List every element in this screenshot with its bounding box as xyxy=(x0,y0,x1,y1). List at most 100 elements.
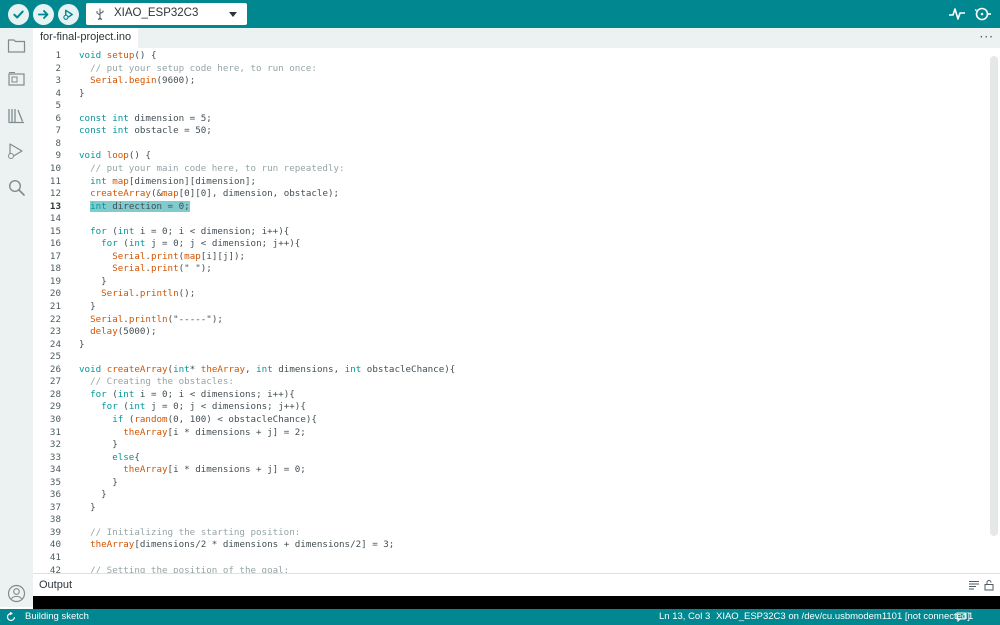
code-text[interactable]: int map[dimension][dimension]; xyxy=(79,176,256,189)
code-line[interactable]: 17 Serial.print(map[i][j]); xyxy=(33,251,988,264)
notification-icon[interactable] xyxy=(956,612,966,622)
code-line[interactable]: 9 void loop() { xyxy=(33,150,988,163)
code-text[interactable]: } xyxy=(79,477,118,490)
board-connection[interactable]: XIAO_ESP32C3 on /dev/cu.usbmodem1101 [no… xyxy=(716,611,970,622)
search-icon[interactable] xyxy=(7,178,26,197)
code-text[interactable]: if (random(0, 100) < obstacleChance){ xyxy=(79,414,317,427)
code-line[interactable]: 38 xyxy=(33,514,988,527)
code-text[interactable]: void loop() { xyxy=(79,150,151,163)
code-line[interactable]: 15 for (int i = 0; i < dimension; i++){ xyxy=(33,226,988,239)
code-line[interactable]: 5 xyxy=(33,100,988,113)
board-selector[interactable]: XIAO_ESP32C3 xyxy=(86,3,247,25)
code-line[interactable]: 34 theArray[i * dimensions + j] = 0; xyxy=(33,464,988,477)
debug-run-icon[interactable] xyxy=(7,142,26,161)
code-line[interactable]: 29 for (int j = 0; j < dimensions; j++){ xyxy=(33,401,988,414)
code-line[interactable]: 8 xyxy=(33,138,988,151)
code-line[interactable]: 24} xyxy=(33,339,988,352)
code-text[interactable]: } xyxy=(79,276,107,289)
serial-monitor-icon[interactable] xyxy=(974,5,992,23)
code-line[interactable]: 27 // Creating the obstacles: xyxy=(33,376,988,389)
code-line[interactable]: 33 else{ xyxy=(33,452,988,465)
code-line[interactable]: 18 Serial.print(" "); xyxy=(33,263,988,276)
clear-output-icon[interactable] xyxy=(968,579,980,591)
code-line[interactable]: 26 void createArray(int* theArray, int di… xyxy=(33,364,988,377)
scroll-lock-icon[interactable] xyxy=(983,579,995,591)
more-icon[interactable]: ··· xyxy=(980,30,994,44)
code-line[interactable]: 32 } xyxy=(33,439,988,452)
output-console[interactable] xyxy=(33,596,1000,609)
code-text[interactable]: Serial.println("-----"); xyxy=(79,314,223,327)
code-text[interactable]: } xyxy=(79,439,118,452)
code-line[interactable]: 23 delay(5000); xyxy=(33,326,988,339)
code-text[interactable]: theArray[dimensions/2 * dimensions + dim… xyxy=(79,539,394,552)
code-line[interactable]: 1 void setup() { xyxy=(33,50,988,63)
serial-plotter-icon[interactable] xyxy=(948,5,966,23)
code-line[interactable]: 6 const int dimension = 5; xyxy=(33,113,988,126)
code-text[interactable]: } xyxy=(79,489,107,502)
cursor-position[interactable]: Ln 13, Col 3 xyxy=(659,611,710,622)
code-line[interactable]: 2 // put your setup code here, to run on… xyxy=(33,63,988,76)
code-text[interactable]: const int dimension = 5; xyxy=(79,113,212,126)
code-line[interactable]: 36 } xyxy=(33,489,988,502)
folder-icon[interactable] xyxy=(7,36,26,55)
account-icon[interactable] xyxy=(7,584,26,603)
code-text[interactable]: createArray(&map[0][0], dimension, obsta… xyxy=(79,188,339,201)
boards-icon[interactable] xyxy=(7,70,26,89)
code-text[interactable]: // Initializing the starting position: xyxy=(79,527,300,540)
code-line[interactable]: 4} xyxy=(33,88,988,101)
code-text[interactable]: delay(5000); xyxy=(79,326,156,339)
code-line[interactable]: 21 } xyxy=(33,301,988,314)
library-icon[interactable] xyxy=(7,106,26,125)
code-text[interactable]: Serial.begin(9600); xyxy=(79,75,195,88)
code-line[interactable]: 37 } xyxy=(33,502,988,515)
code-line[interactable]: 7 const int obstacle = 50; xyxy=(33,125,988,138)
code-text[interactable]: // Creating the obstacles: xyxy=(79,376,234,389)
code-line[interactable]: 42 // Setting the position of the goal: xyxy=(33,565,988,573)
code-line[interactable]: 11 int map[dimension][dimension]; xyxy=(33,176,988,189)
code-text[interactable]: // put your main code here, to run repea… xyxy=(79,163,344,176)
code-text[interactable]: theArray[i * dimensions + j] = 0; xyxy=(79,464,306,477)
code-line[interactable]: 16 for (int j = 0; j < dimension; j++){ xyxy=(33,238,988,251)
scrollbar-thumb[interactable] xyxy=(990,56,998,536)
code-text[interactable]: for (int i = 0; i < dimensions; i++){ xyxy=(79,389,295,402)
code-line[interactable]: 41 xyxy=(33,552,988,565)
code-text[interactable]: } xyxy=(79,88,85,101)
code-line[interactable]: 39 // Initializing the starting position… xyxy=(33,527,988,540)
debug-button[interactable] xyxy=(58,4,79,25)
code-text[interactable]: void createArray(int* theArray, int dime… xyxy=(79,364,455,377)
tab-sketch-file[interactable]: for-final-project.ino xyxy=(33,28,139,48)
code-text[interactable]: Serial.print(map[i][j]); xyxy=(79,251,245,264)
code-line[interactable]: 13 int direction = 0; xyxy=(33,200,988,214)
code-line[interactable]: 19 } xyxy=(33,276,988,289)
code-text[interactable]: void setup() { xyxy=(79,50,157,63)
code-line[interactable]: 25 xyxy=(33,351,988,364)
code-line[interactable]: 28 for (int i = 0; i < dimensions; i++){ xyxy=(33,389,988,402)
code-line[interactable]: 31 theArray[i * dimensions + j] = 2; xyxy=(33,427,988,440)
code-editor[interactable]: 1 void setup() {2 // put your setup code … xyxy=(33,48,1000,573)
code-line[interactable]: 3 Serial.begin(9600); xyxy=(33,75,988,88)
code-text[interactable]: } xyxy=(79,339,85,352)
code-line[interactable]: 35 } xyxy=(33,477,988,490)
code-line[interactable]: 22 Serial.println("-----"); xyxy=(33,314,988,327)
code-text[interactable]: // put your setup code here, to run once… xyxy=(79,63,317,76)
code-line[interactable]: 10 // put your main code here, to run re… xyxy=(33,163,988,176)
code-text[interactable]: for (int j = 0; j < dimensions; j++){ xyxy=(79,401,306,414)
code-line[interactable]: 20 Serial.println(); xyxy=(33,288,988,301)
code-text[interactable]: } xyxy=(79,502,96,515)
code-text[interactable]: theArray[i * dimensions + j] = 2; xyxy=(79,427,306,440)
code-text[interactable]: int direction = 0; xyxy=(79,200,190,214)
code-text[interactable]: const int obstacle = 50; xyxy=(79,125,212,138)
code-text[interactable]: else{ xyxy=(79,452,140,465)
code-line[interactable]: 12 createArray(&map[0][0], dimension, ob… xyxy=(33,188,988,201)
code-text[interactable]: Serial.println(); xyxy=(79,288,195,301)
code-line[interactable]: 14 xyxy=(33,213,988,226)
code-text[interactable]: for (int j = 0; j < dimension; j++){ xyxy=(79,238,300,251)
code-text[interactable]: Serial.print(" "); xyxy=(79,263,212,276)
upload-button[interactable] xyxy=(33,4,54,25)
verify-button[interactable] xyxy=(8,4,29,25)
code-text[interactable]: for (int i = 0; i < dimension; i++){ xyxy=(79,226,289,239)
code-text[interactable]: // Setting the position of the goal: xyxy=(79,565,289,573)
code-line[interactable]: 30 if (random(0, 100) < obstacleChance){ xyxy=(33,414,988,427)
code-line[interactable]: 40 theArray[dimensions/2 * dimensions + … xyxy=(33,539,988,552)
code-text[interactable]: } xyxy=(79,301,96,314)
